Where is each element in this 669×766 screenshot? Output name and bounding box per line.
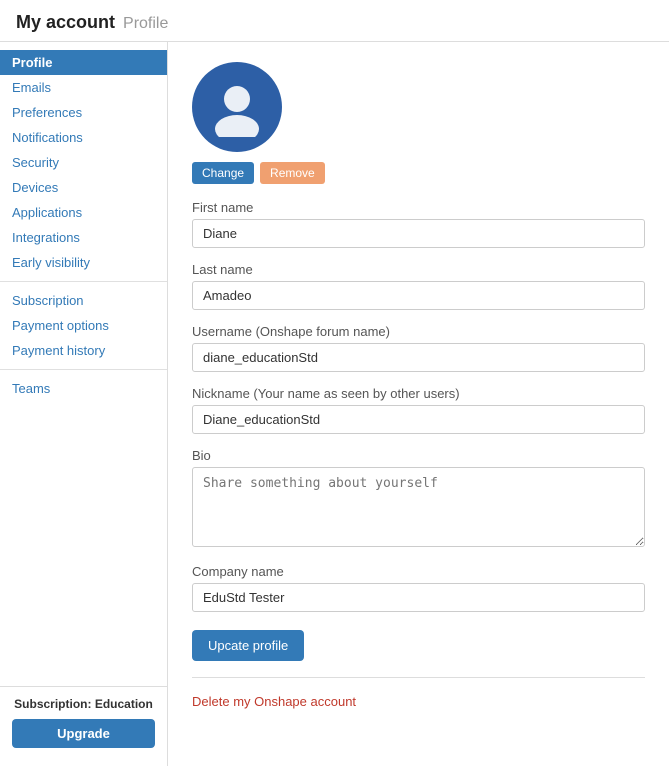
- username-input[interactable]: [192, 343, 645, 372]
- sidebar-item-subscription[interactable]: Subscription: [0, 288, 167, 313]
- first-name-input[interactable]: [192, 219, 645, 248]
- sidebar-item-security[interactable]: Security: [0, 150, 167, 175]
- sidebar-item-emails[interactable]: Emails: [0, 75, 167, 100]
- bio-textarea[interactable]: [192, 467, 645, 547]
- main-content: Change Remove First name Last name Usern…: [168, 42, 669, 766]
- sidebar-item-profile[interactable]: Profile: [0, 50, 167, 75]
- company-group: Company name: [192, 564, 645, 612]
- upgrade-button[interactable]: Upgrade: [12, 719, 155, 748]
- remove-avatar-button[interactable]: Remove: [260, 162, 325, 184]
- last-name-input[interactable]: [192, 281, 645, 310]
- sidebar-item-devices[interactable]: Devices: [0, 175, 167, 200]
- avatar-icon: [207, 77, 267, 137]
- sidebar-item-integrations[interactable]: Integrations: [0, 225, 167, 250]
- company-label: Company name: [192, 564, 645, 579]
- subscription-label: Subscription: Education: [12, 697, 155, 711]
- sidebar-item-teams[interactable]: Teams: [0, 376, 167, 401]
- sidebar-item-notifications[interactable]: Notifications: [0, 125, 167, 150]
- sidebar-divider-1: [0, 281, 167, 282]
- nickname-input[interactable]: [192, 405, 645, 434]
- first-name-group: First name: [192, 200, 645, 248]
- company-input[interactable]: [192, 583, 645, 612]
- sidebar-item-payment-options[interactable]: Payment options: [0, 313, 167, 338]
- my-account-title: My account: [16, 12, 115, 33]
- first-name-label: First name: [192, 200, 645, 215]
- last-name-group: Last name: [192, 262, 645, 310]
- profile-divider: [192, 677, 645, 678]
- avatar: [192, 62, 282, 152]
- sidebar-bottom: Subscription: Education Upgrade: [0, 686, 167, 758]
- nickname-label: Nickname (Your name as seen by other use…: [192, 386, 645, 401]
- username-group: Username (Onshape forum name): [192, 324, 645, 372]
- sidebar-item-preferences[interactable]: Preferences: [0, 100, 167, 125]
- sidebar-divider-2: [0, 369, 167, 370]
- nickname-group: Nickname (Your name as seen by other use…: [192, 386, 645, 434]
- sidebar: Profile Emails Preferences Notifications…: [0, 42, 168, 766]
- sidebar-item-applications[interactable]: Applications: [0, 200, 167, 225]
- avatar-buttons: Change Remove: [192, 162, 325, 184]
- username-label: Username (Onshape forum name): [192, 324, 645, 339]
- bio-label: Bio: [192, 448, 645, 463]
- main-layout: Profile Emails Preferences Notifications…: [0, 42, 669, 766]
- profile-breadcrumb: Profile: [123, 15, 168, 33]
- delete-account-link[interactable]: Delete my Onshape account: [192, 694, 356, 709]
- change-avatar-button[interactable]: Change: [192, 162, 254, 184]
- avatar-section: Change Remove: [192, 62, 645, 184]
- last-name-label: Last name: [192, 262, 645, 277]
- bio-group: Bio: [192, 448, 645, 550]
- sidebar-item-payment-history[interactable]: Payment history: [0, 338, 167, 363]
- update-profile-button[interactable]: Upcate profile: [192, 630, 304, 661]
- sidebar-item-early-visibility[interactable]: Early visibility: [0, 250, 167, 275]
- page-header: My account Profile: [0, 0, 669, 42]
